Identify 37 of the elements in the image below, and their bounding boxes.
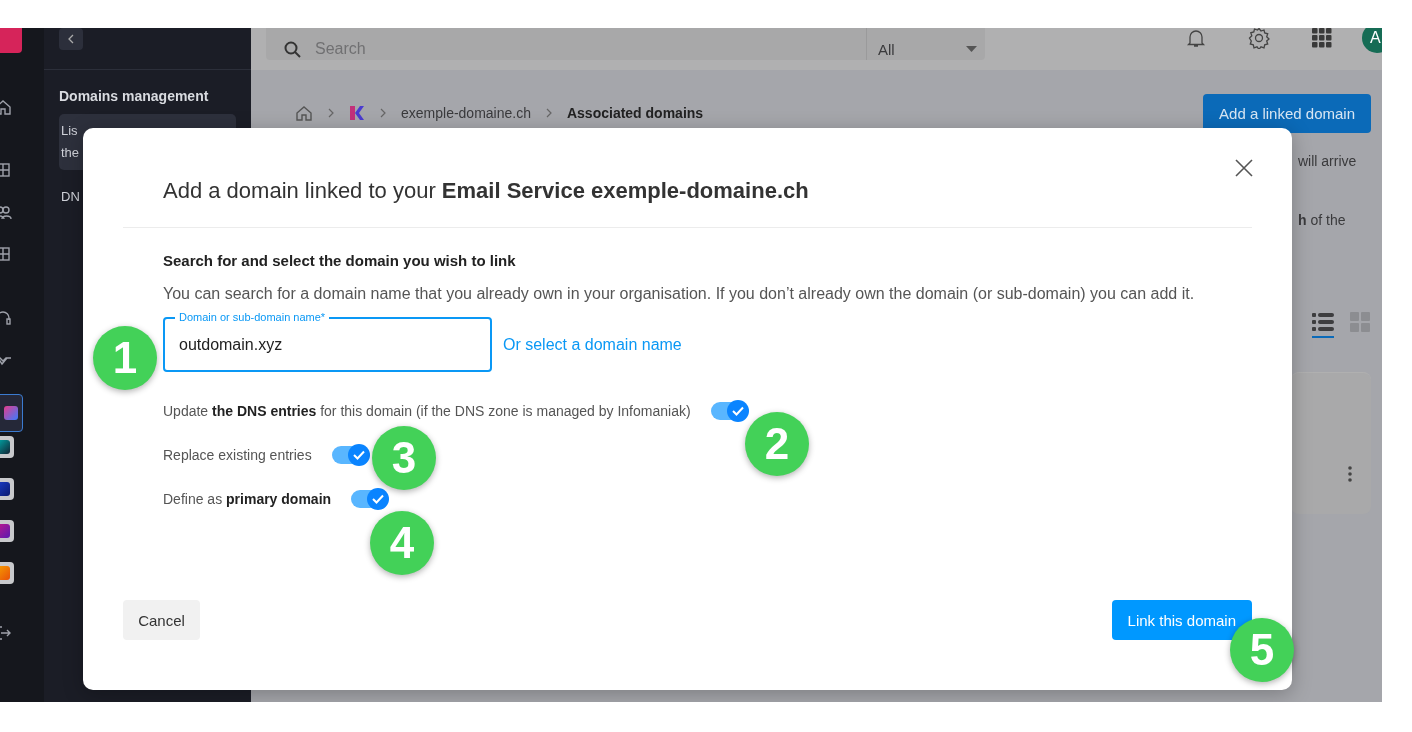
check-icon	[352, 450, 365, 460]
app-icon[interactable]	[0, 394, 23, 432]
toggle-switch[interactable]	[351, 490, 388, 508]
bell-icon[interactable]	[1186, 28, 1206, 48]
breadcrumb-link[interactable]: exemple-domaine.ch	[401, 104, 531, 121]
home-icon[interactable]	[295, 103, 313, 122]
option-label: Replace existing entries	[163, 447, 312, 463]
chevron-icon	[379, 107, 387, 118]
check-icon	[731, 406, 744, 416]
caret-icon	[966, 46, 977, 52]
search-icon	[284, 40, 301, 58]
option-label: Update the DNS entries for this domain (if the DNS zone is managed by Infomaniak)	[163, 403, 691, 419]
section-heading: Search for and select the domain you wish to link	[163, 252, 517, 269]
more-icon[interactable]	[1348, 465, 1352, 482]
list-view-icon[interactable]	[1312, 312, 1334, 338]
app-grid-icon[interactable]	[1312, 28, 1332, 48]
option-label: Define as primary domain	[163, 491, 332, 507]
settings-icon[interactable]	[1248, 28, 1270, 49]
k-logo-icon[interactable]	[349, 104, 365, 121]
chevron-icon	[67, 34, 75, 44]
chevron-icon	[544, 107, 553, 118]
body-text: will arrive	[1298, 153, 1358, 169]
filter-dropdown[interactable]: All	[866, 28, 985, 60]
check-icon	[372, 494, 385, 504]
toggle-switch[interactable]	[710, 402, 747, 420]
collapse-button[interactable]	[59, 28, 83, 50]
breadcrumb-current: Associated domains	[566, 104, 704, 121]
section-title: Domains management	[58, 87, 210, 104]
toggle-switch[interactable]	[331, 446, 368, 464]
description-text: You can search for a domain name that you already own in your organisation. If you don’t already own the domain (or sub-domain) you can add it.	[163, 285, 1196, 303]
cancel-button[interactable]: Cancel	[123, 600, 200, 640]
chevron-icon	[327, 107, 335, 118]
dialog-title: Add a domain linked to your Email Service exemple-domaine.ch	[163, 178, 809, 204]
add-linked-domain-button[interactable]: Add a linked domain	[1203, 94, 1371, 133]
body-text: h of the	[1298, 212, 1347, 228]
select-domain-link[interactable]: Or select a domain name	[503, 335, 682, 354]
user-avatar[interactable]: A	[1362, 28, 1382, 53]
